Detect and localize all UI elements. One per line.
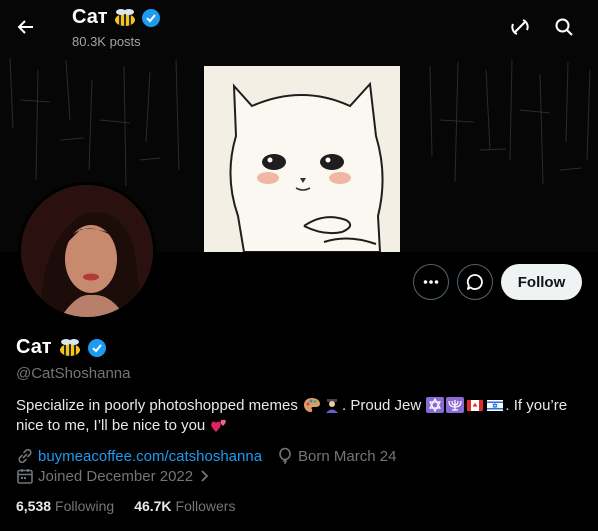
follow-button[interactable]: Follow xyxy=(501,264,582,300)
avatar[interactable] xyxy=(18,182,156,320)
following-count: 6,538 xyxy=(16,498,52,514)
person-emoji-icon xyxy=(326,399,339,413)
header-title: Сат xyxy=(72,6,160,29)
calendar-icon xyxy=(17,469,33,484)
follow-stats: 6,538 Following 46.7K Followers xyxy=(16,498,255,514)
star-of-david-emoji-icon xyxy=(426,397,445,413)
grok-icon xyxy=(511,19,529,35)
back-button[interactable] xyxy=(8,9,44,45)
following-label: Following xyxy=(55,498,115,514)
more-options-button[interactable] xyxy=(413,264,449,300)
two-hearts-emoji-icon xyxy=(211,419,227,432)
followers-label: Followers xyxy=(175,498,236,514)
profile-meta-row-1: buymeacoffee.com/catshoshanna Born March… xyxy=(16,446,396,466)
joined-date: Joined December 2022 xyxy=(38,467,194,485)
top-bar: Сат 80.3K posts xyxy=(0,0,598,54)
menorah-emoji-icon xyxy=(446,397,465,413)
arrow-left-icon xyxy=(17,20,33,34)
bee-emoji-icon xyxy=(114,8,135,26)
search-icon xyxy=(555,18,573,36)
chevron-right-icon xyxy=(201,470,209,482)
bio-text-1: Specialize in poorly photoshopped memes xyxy=(16,397,298,414)
bio-text-2: . Proud Jew xyxy=(342,397,422,414)
profile-name-row: Сат xyxy=(16,336,106,359)
posts-count: 80.3K posts xyxy=(72,34,141,49)
profile-meta-row-2[interactable]: Joined December 2022 xyxy=(16,466,211,486)
link-icon xyxy=(18,448,32,464)
artist-palette-emoji-icon xyxy=(304,398,321,412)
website-link[interactable]: buymeacoffee.com/catshoshanna xyxy=(38,448,262,465)
grok-button[interactable] xyxy=(502,9,538,45)
avatar-photo xyxy=(21,185,153,317)
balloon-icon xyxy=(279,447,291,465)
israel-flag-emoji-icon xyxy=(487,400,504,411)
more-icon xyxy=(423,280,439,284)
bee-emoji-icon xyxy=(59,338,80,356)
header-title-text: Сат xyxy=(72,6,108,28)
profile-name: Сат xyxy=(16,336,52,358)
profile-handle: @CatShoshanna xyxy=(16,365,131,382)
followers-stat[interactable]: 46.7K Followers xyxy=(134,498,235,514)
verified-badge-icon xyxy=(141,8,160,27)
banner-cat-drawing xyxy=(204,66,400,252)
following-stat[interactable]: 6,538 Following xyxy=(16,498,114,514)
canada-flag-emoji-icon xyxy=(467,400,484,411)
birthday-text: Born March 24 xyxy=(298,447,397,465)
message-button[interactable] xyxy=(457,264,493,300)
message-icon xyxy=(466,274,483,290)
search-button[interactable] xyxy=(546,9,582,45)
followers-count: 46.7K xyxy=(134,498,172,514)
verified-badge-icon[interactable] xyxy=(87,338,106,357)
profile-bio: Specialize in poorly photoshopped memes … xyxy=(16,396,586,436)
